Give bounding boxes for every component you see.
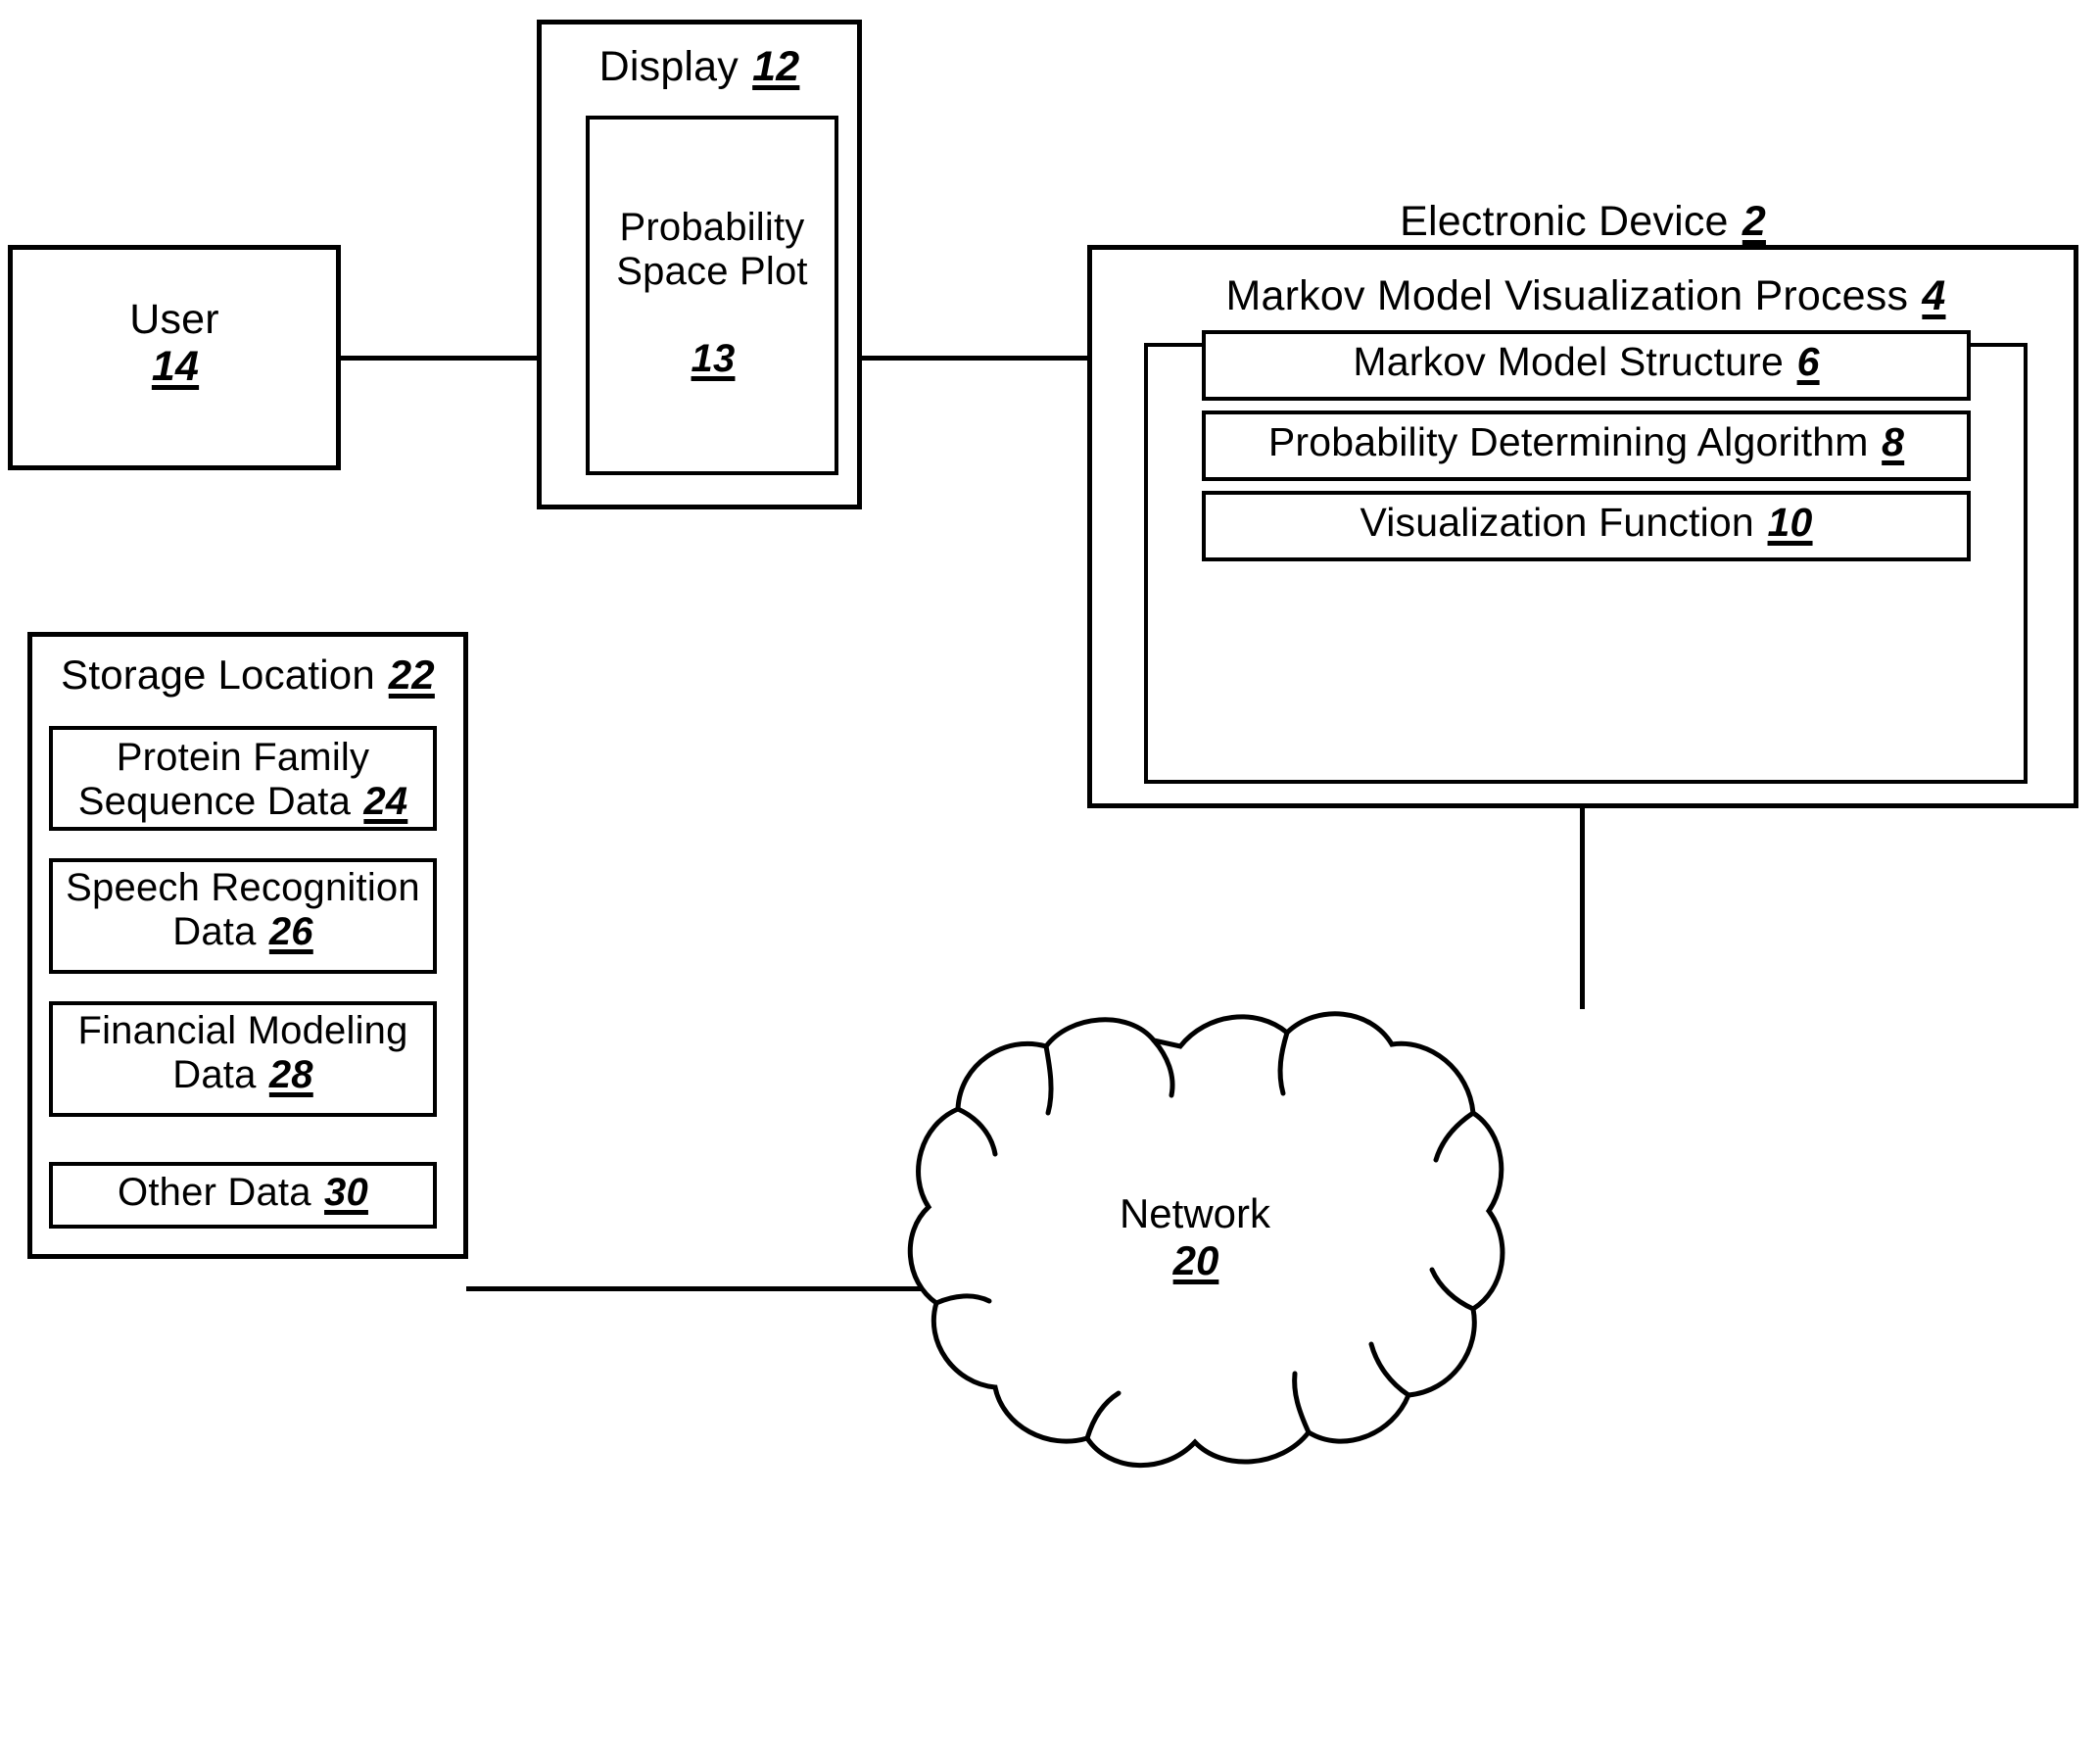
probability-determining-algorithm-label: Probability Determining Algorithm 8: [1202, 419, 1971, 465]
storage-item-1-line1: Speech Recognition: [66, 866, 420, 909]
psp-line2: Space Plot: [616, 249, 808, 293]
storage-item-3-line1: Other Data: [118, 1171, 311, 1214]
storage-item-1-ref: 26: [268, 909, 313, 953]
user-name: User: [129, 296, 219, 343]
process-item-0-name: Markov Model Structure: [1353, 339, 1784, 384]
process-item-2-ref: 10: [1767, 500, 1813, 545]
markov-model-structure-label: Markov Model Structure 6: [1202, 339, 1971, 385]
other-data-label: Other Data 30: [49, 1171, 437, 1215]
process-item-1-ref: 8: [1882, 419, 1905, 464]
network-label: Network 20: [882, 1190, 1508, 1285]
display-title: Display 12: [537, 43, 862, 90]
patent-figure: User 14 Display 12 Probability Space Plo…: [0, 0, 2100, 1738]
network-ref: 20: [1172, 1237, 1219, 1284]
process-ref: 4: [1922, 272, 1946, 319]
financial-modeling-data-label: Financial Modeling Data 28: [49, 1009, 437, 1097]
storage-item-0-ref: 24: [363, 779, 408, 823]
display-name: Display: [598, 43, 739, 90]
storage-name: Storage Location: [61, 652, 375, 698]
speech-recognition-data-label: Speech Recognition Data 26: [49, 866, 437, 954]
probability-space-plot-label: Probability Space Plot 13: [588, 206, 836, 381]
psp-line1: Probability: [619, 206, 805, 249]
storage-item-1-line2: Data: [172, 909, 257, 953]
connector-display-to-device: [860, 356, 1089, 361]
storage-item-0-line2: Sequence Data: [77, 779, 352, 823]
storage-item-2-ref: 28: [268, 1052, 313, 1096]
storage-item-2-line2: Data: [172, 1052, 257, 1096]
electronic-device-ref: 2: [1742, 198, 1766, 245]
electronic-device-title: Electronic Device 2: [1087, 198, 2078, 245]
storage-item-2-line1: Financial Modeling: [77, 1009, 408, 1052]
protein-family-sequence-data-label: Protein Family Sequence Data 24: [49, 736, 437, 824]
process-item-2-name: Visualization Function: [1360, 500, 1754, 545]
markov-model-visualization-process-box: [1144, 343, 2028, 784]
storage-ref: 22: [388, 652, 435, 698]
connector-user-to-display: [341, 356, 539, 361]
markov-model-visualization-process-title: Markov Model Visualization Process 4: [1144, 272, 2028, 319]
storage-item-3-ref: 30: [324, 1171, 368, 1214]
user-ref: 14: [151, 343, 200, 391]
user-label: User 14: [8, 296, 341, 390]
storage-location-title: Storage Location 22: [27, 652, 468, 698]
network-name: Network: [1119, 1190, 1271, 1236]
storage-item-0-line1: Protein Family: [116, 736, 370, 779]
process-item-0-ref: 6: [1796, 339, 1820, 384]
visualization-function-label: Visualization Function 10: [1202, 500, 1971, 546]
display-ref: 12: [752, 43, 800, 90]
connector-device-to-network: [1580, 805, 1585, 1009]
process-name: Markov Model Visualization Process: [1225, 272, 1909, 319]
electronic-device-name: Electronic Device: [1400, 198, 1729, 245]
psp-ref: 13: [691, 337, 736, 381]
process-item-1-name: Probability Determining Algorithm: [1267, 419, 1869, 464]
